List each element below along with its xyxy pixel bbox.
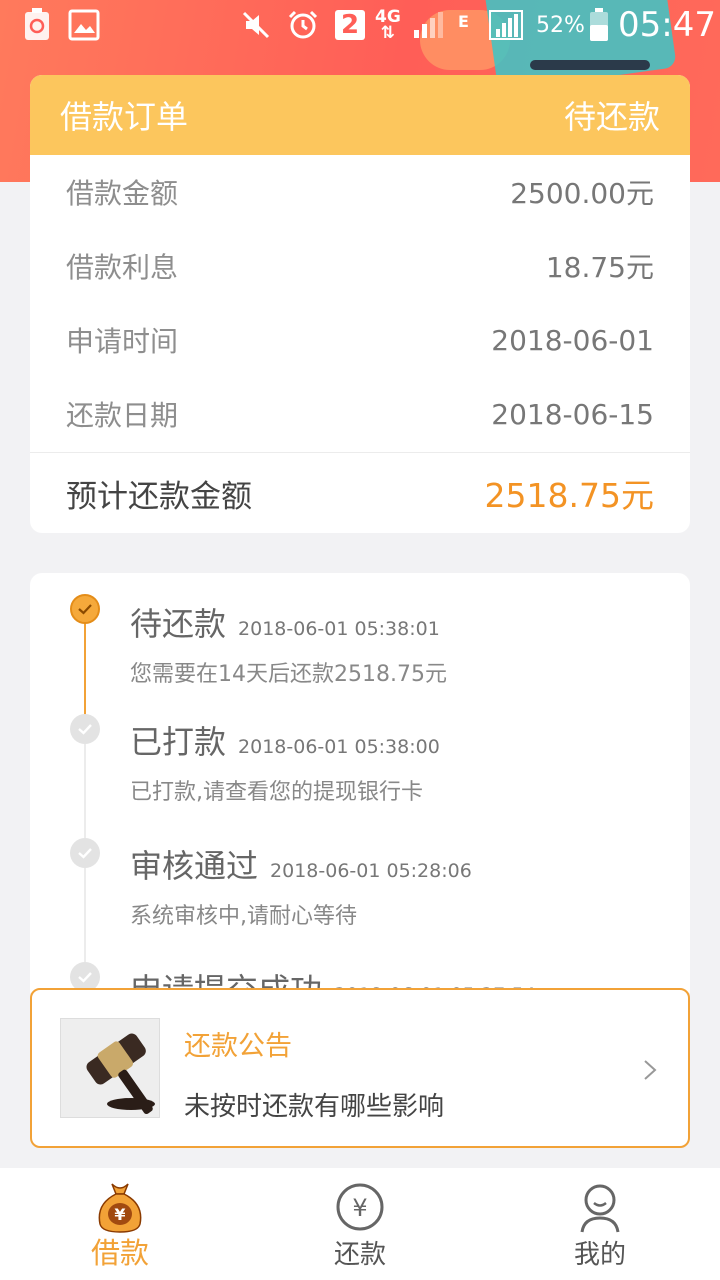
repayment-notice-card[interactable]: 还款公告 未按时还款有哪些影响: [30, 988, 690, 1148]
check-circle-icon: [70, 594, 100, 624]
order-row-amount: 借款金额 2500.00元: [30, 155, 690, 229]
money-bag-icon: ¥: [94, 1180, 146, 1234]
timeline-step-time: 2018-06-01 05:38:00: [238, 736, 440, 758]
total-label: 预计还款金额: [66, 478, 252, 515]
battery-icon: [588, 8, 610, 42]
timeline-step-name: 审核通过: [130, 847, 259, 885]
order-row-value: 2500.00元: [510, 177, 654, 210]
tab-loan[interactable]: ¥ 借款: [0, 1168, 240, 1280]
timeline-step-desc: 系统审核中,请耐心等待: [130, 904, 357, 929]
check-circle-icon: [70, 714, 100, 744]
notice-subtitle: 未按时还款有哪些影响: [184, 1092, 445, 1122]
loan-order-card: 借款订单 待还款 借款金额 2500.00元 借款利息 18.75元 申请时间 …: [30, 75, 690, 533]
clock: 05:47: [618, 5, 716, 45]
bottom-tab-bar: ¥ 借款 ¥ 还款 我的: [0, 1168, 720, 1280]
timeline-step-desc: 您需要在14天后还款2518.75元: [130, 662, 447, 687]
tab-label: 我的: [573, 1240, 626, 1270]
order-timeline[interactable]: 待还款 2018-06-01 05:38:01 您需要在14天后还款2518.7…: [30, 573, 690, 993]
banner-illustration-base: [530, 60, 650, 70]
timeline-step-time: 2018-06-01 05:28:06: [270, 860, 472, 882]
order-title: 借款订单: [60, 98, 189, 136]
signal-icon: [412, 8, 446, 42]
timeline-step-desc: 已打款,请查看您的提现银行卡: [130, 780, 423, 805]
timeline-step-name: 已打款: [130, 723, 227, 761]
svg-text:¥: ¥: [352, 1194, 367, 1222]
user-icon: [574, 1180, 626, 1234]
sim-indicator: 2: [335, 8, 365, 42]
timeline-step-name: 待还款: [130, 605, 227, 643]
timeline-item-title: 审核通过 2018-06-01 05:28:06: [130, 841, 472, 887]
timeline-item-title: 待还款 2018-06-01 05:38:01: [130, 599, 440, 645]
gavel-icon: [60, 1018, 160, 1118]
order-row-label: 还款日期: [66, 399, 179, 432]
alarm-icon: [287, 8, 319, 42]
image-icon: [68, 8, 100, 42]
tab-repay[interactable]: ¥ 还款: [240, 1168, 480, 1280]
tab-label: 还款: [333, 1240, 386, 1270]
signal-icon-2: [488, 8, 524, 42]
order-row-label: 借款利息: [66, 251, 179, 284]
yen-circle-icon: ¥: [334, 1180, 386, 1234]
recycle-icon: [22, 8, 52, 42]
network-type: 4G ⇅: [375, 7, 401, 43]
order-row-apply-date: 申请时间 2018-06-01: [30, 303, 690, 377]
check-circle-icon: [70, 838, 100, 868]
order-total-row: 预计还款金额 2518.75元: [30, 452, 690, 533]
order-row-value: 18.75元: [545, 251, 654, 284]
mute-icon: [240, 8, 272, 42]
timeline-item-title: 已打款 2018-06-01 05:38:00: [130, 717, 440, 763]
svg-text:¥: ¥: [114, 1205, 125, 1224]
total-amount: 2518.75元: [484, 476, 654, 515]
order-row-label: 借款金额: [66, 177, 179, 210]
timeline-step-time: 2018-06-01 05:38:01: [238, 618, 440, 640]
tab-label: 借款: [90, 1236, 149, 1270]
order-row-label: 申请时间: [66, 325, 179, 358]
order-row-value: 2018-06-01: [491, 323, 654, 357]
chevron-right-icon: [640, 1058, 660, 1082]
order-row-due-date: 还款日期 2018-06-15: [30, 377, 690, 451]
tab-profile[interactable]: 我的: [480, 1168, 720, 1280]
order-row-value: 2018-06-15: [491, 397, 654, 431]
order-header: 借款订单 待还款: [30, 75, 690, 155]
timeline-connector-active: [84, 608, 86, 720]
order-row-interest: 借款利息 18.75元: [30, 229, 690, 303]
battery-percent: 52%: [536, 12, 585, 38]
status-bar: 2 4G ⇅ E 52% 05:47: [0, 0, 720, 50]
notice-title: 还款公告: [184, 1031, 292, 1062]
order-status: 待还款: [563, 98, 660, 136]
network-type-2: E: [458, 11, 469, 31]
